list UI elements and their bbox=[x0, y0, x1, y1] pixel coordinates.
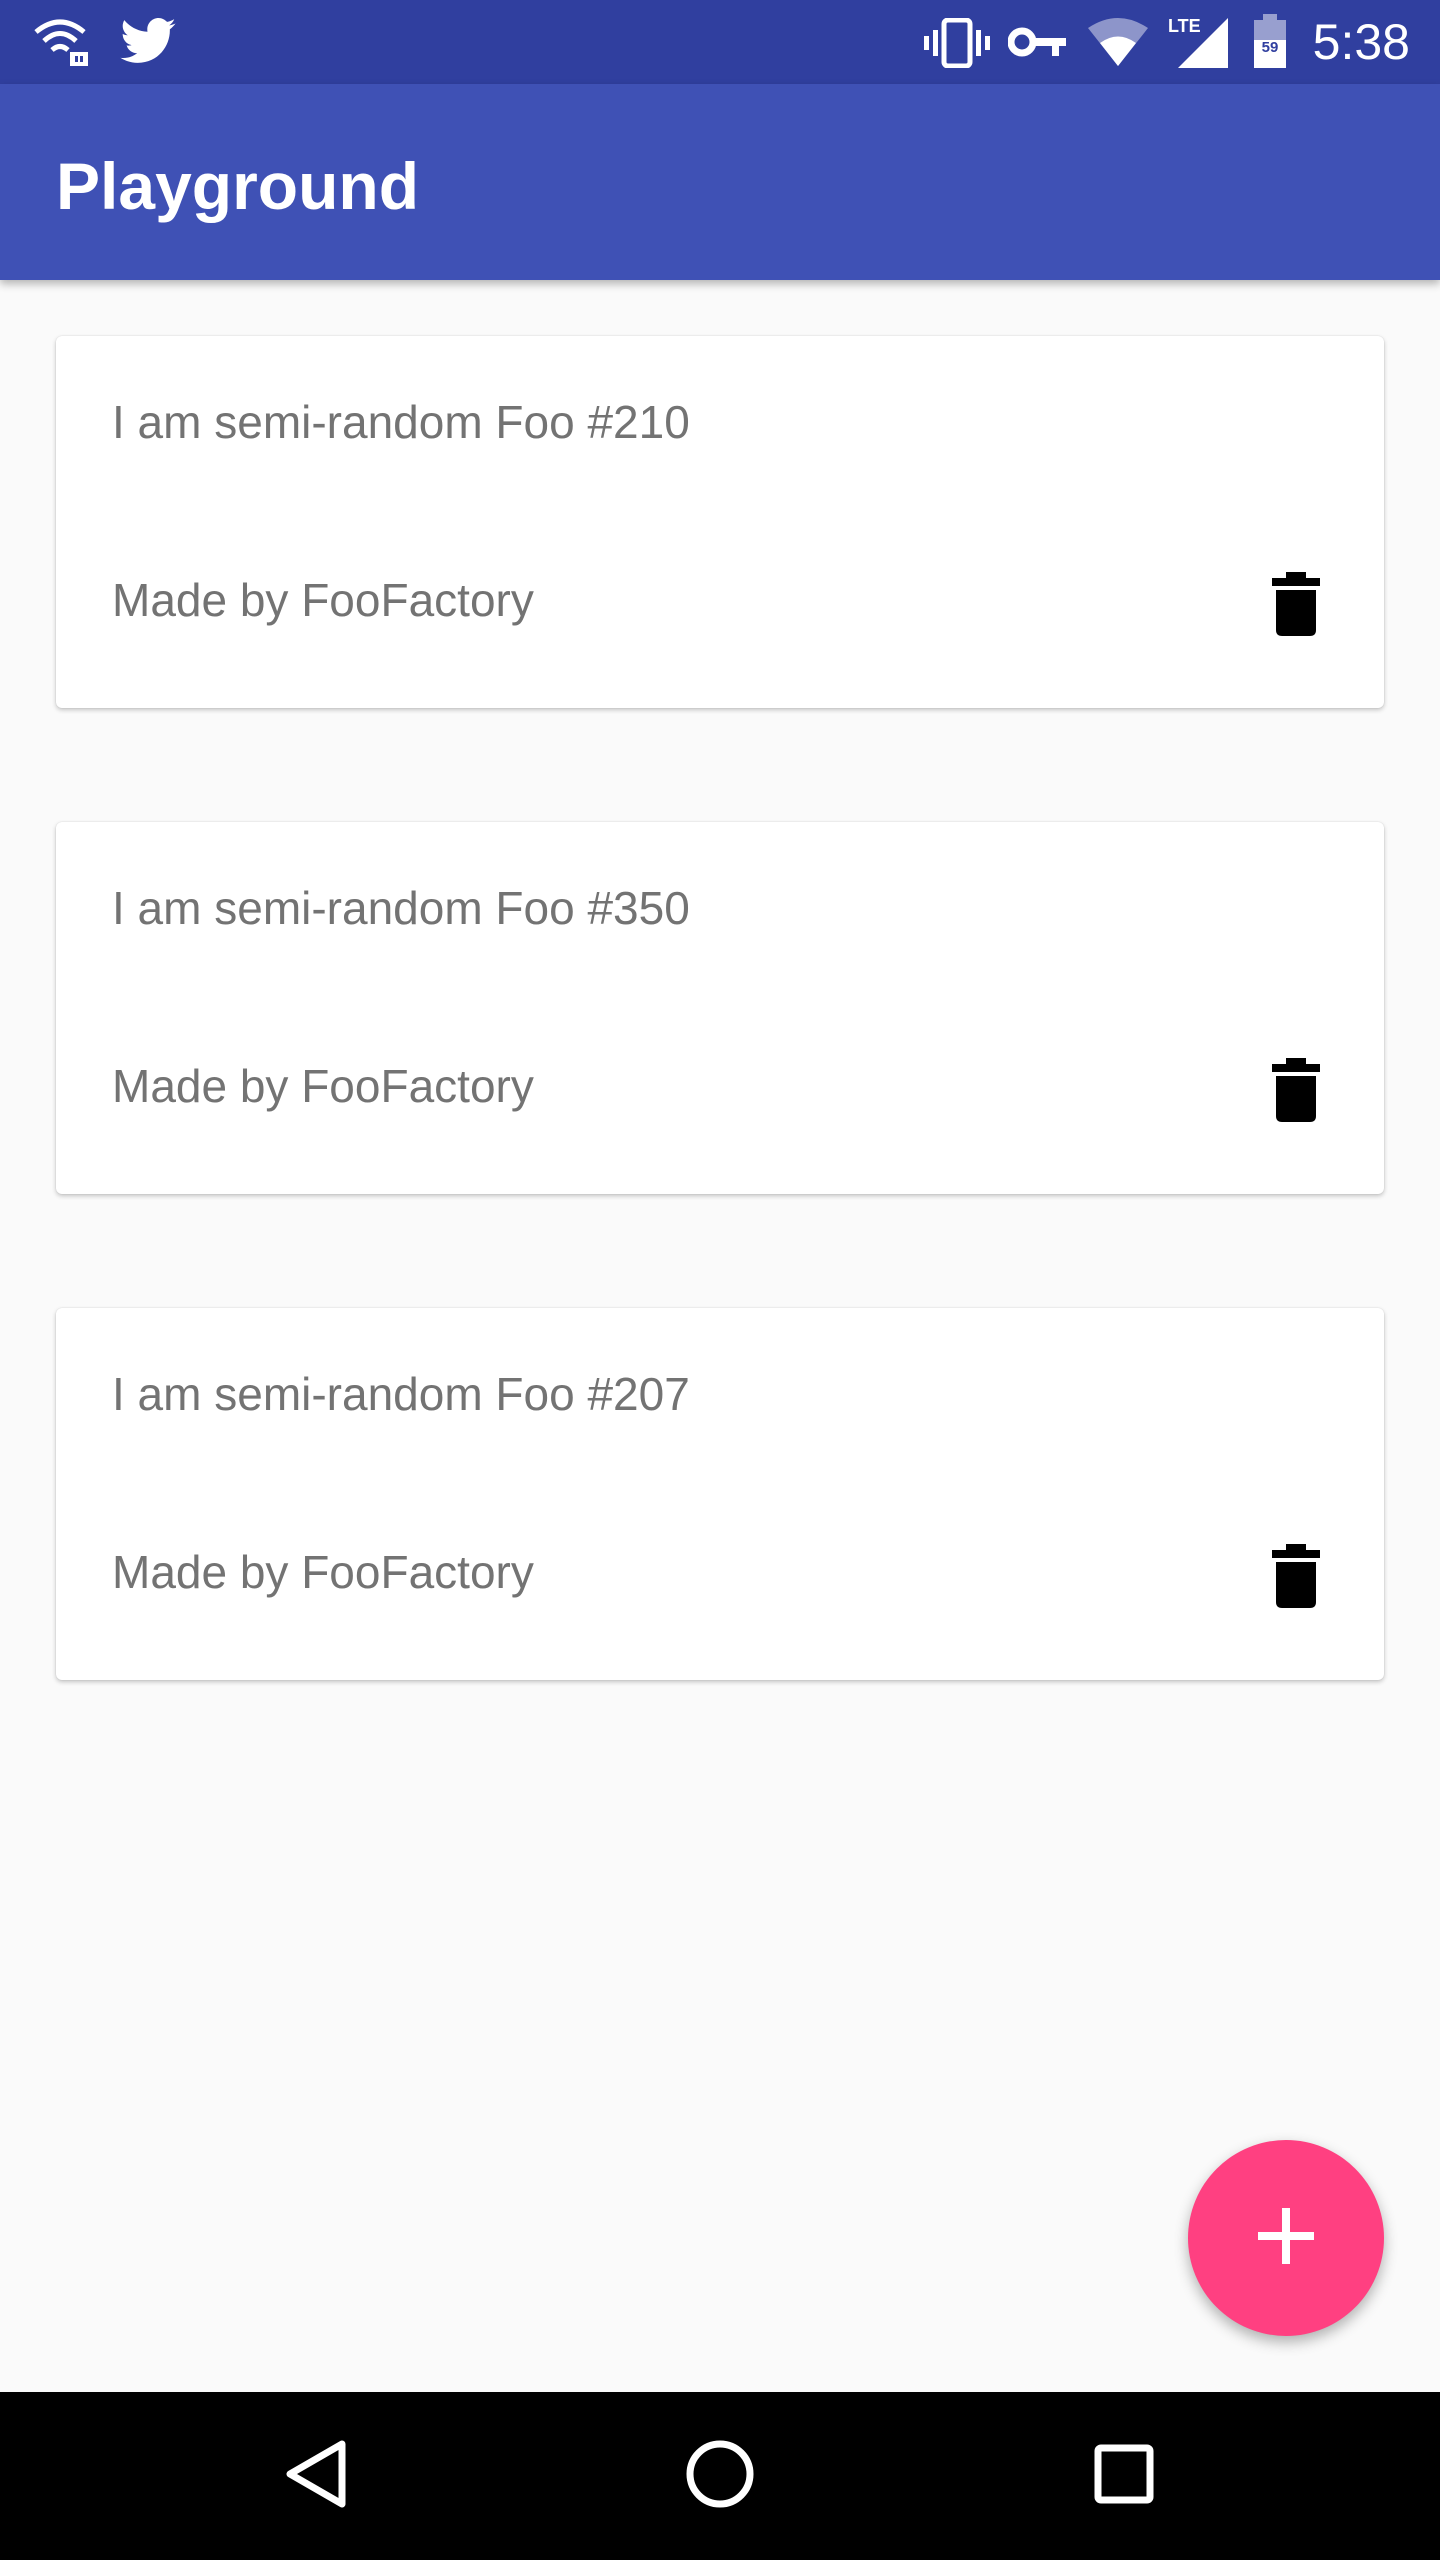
battery-icon: 59 bbox=[1252, 14, 1288, 75]
vpn-key-icon bbox=[1007, 22, 1066, 67]
delete-button[interactable] bbox=[1248, 1044, 1344, 1140]
recents-icon bbox=[1094, 2444, 1154, 2509]
add-button[interactable] bbox=[1188, 2140, 1384, 2336]
back-button[interactable] bbox=[268, 2428, 364, 2524]
card-subtitle: Made by FooFactory bbox=[112, 1060, 534, 1112]
navigation-bar bbox=[0, 2392, 1440, 2560]
app-bar: Playground bbox=[0, 84, 1440, 280]
delete-icon bbox=[1272, 1543, 1320, 1613]
card-title: I am semi-random Foo #350 bbox=[112, 882, 690, 934]
foo-card: I am semi-random Foo #210 Made by FooFac… bbox=[56, 336, 1384, 708]
foo-card: I am semi-random Foo #350 Made by FooFac… bbox=[56, 822, 1384, 1194]
card-subtitle: Made by FooFactory bbox=[112, 1546, 534, 1598]
twitter-icon bbox=[120, 18, 176, 69]
wifi-lock-icon bbox=[34, 16, 94, 75]
delete-button[interactable] bbox=[1248, 1530, 1344, 1626]
delete-button[interactable] bbox=[1248, 558, 1344, 654]
delete-icon bbox=[1272, 571, 1320, 641]
back-icon bbox=[284, 2440, 348, 2513]
svg-text:59: 59 bbox=[1262, 39, 1279, 56]
status-time: 5:38 bbox=[1312, 14, 1410, 70]
home-icon bbox=[685, 2439, 755, 2514]
card-title: I am semi-random Foo #207 bbox=[112, 1368, 690, 1420]
status-bar: LTE 59 5:38 bbox=[0, 0, 1440, 84]
signal-icon: LTE bbox=[1166, 14, 1230, 75]
foo-card: I am semi-random Foo #207 Made by FooFac… bbox=[56, 1308, 1384, 1680]
card-subtitle: Made by FooFactory bbox=[112, 574, 534, 626]
vibrate-icon bbox=[924, 17, 990, 73]
add-icon bbox=[1258, 2207, 1314, 2269]
card-title: I am semi-random Foo #210 bbox=[112, 396, 690, 448]
recents-button[interactable] bbox=[1076, 2428, 1172, 2524]
page-title: Playground bbox=[56, 149, 420, 223]
svg-text:LTE: LTE bbox=[1168, 16, 1201, 36]
wifi-icon bbox=[1088, 18, 1148, 71]
home-button[interactable] bbox=[672, 2428, 768, 2524]
delete-icon bbox=[1272, 1057, 1320, 1127]
